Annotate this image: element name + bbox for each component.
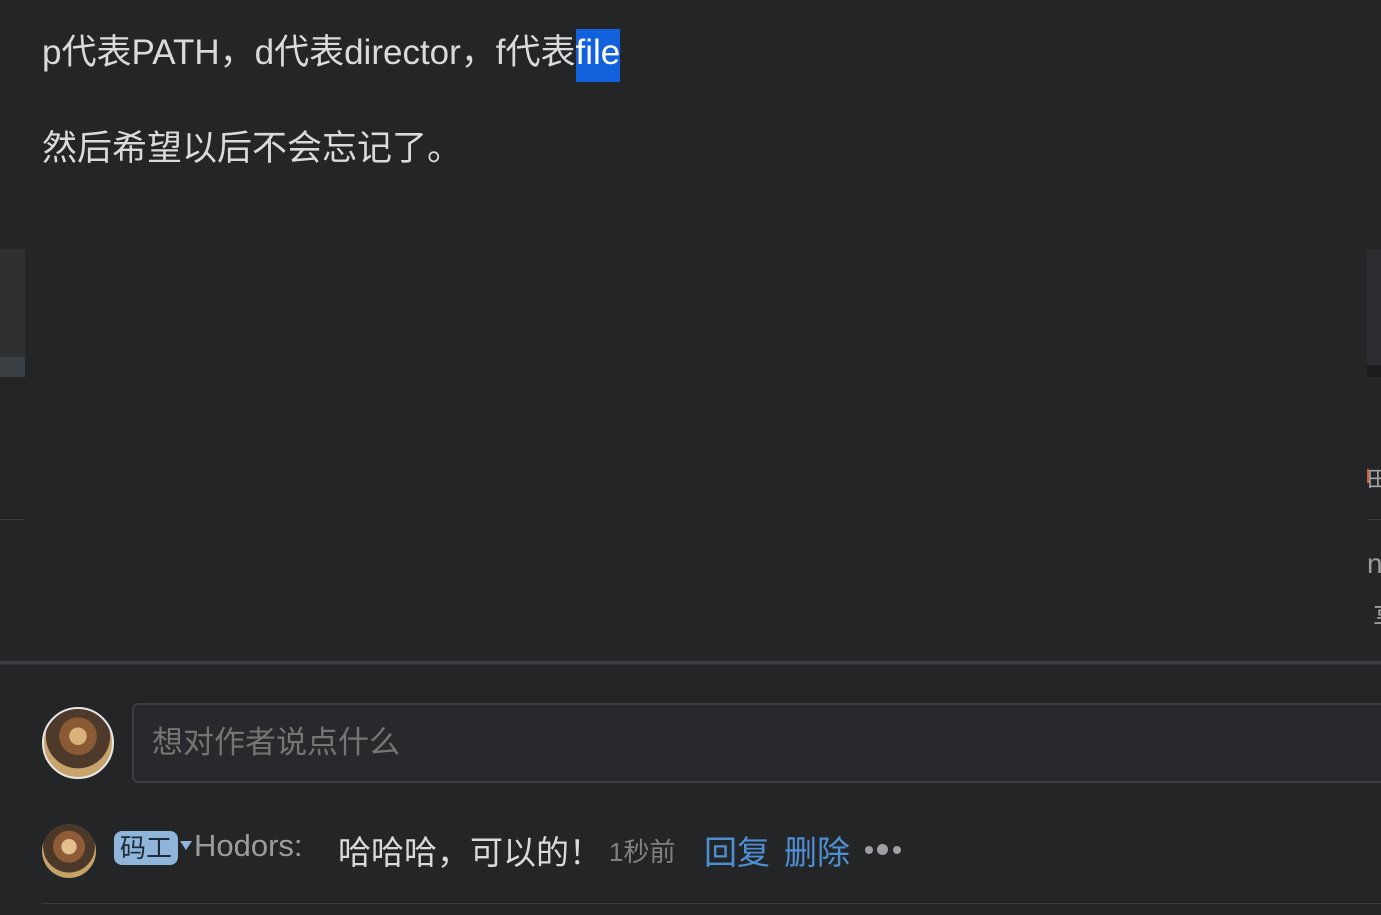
section-divider-shadow (0, 664, 1381, 665)
page: p代表PATH，d代表director，f代表file 然后希望以后不会忘记了。… (0, 0, 1381, 915)
comment-timestamp: 1秒前 (609, 837, 676, 867)
article-paragraph: 然后希望以后不会忘记了。 (42, 129, 463, 168)
paragraph-text: p代表PATH，d代表director，f代表 (42, 33, 576, 72)
user-level-badge: 码工 (114, 831, 179, 865)
article-paragraph: p代表PATH，d代表director，f代表file (42, 29, 621, 82)
separator-left (0, 519, 25, 520)
clipped-text-right: 田 (1367, 462, 1381, 488)
comment-separator (42, 903, 1381, 904)
reply-button[interactable]: 回复 (704, 826, 770, 874)
comment-text: 哈哈哈，可以的！ (338, 834, 602, 871)
adjacent-panel-edge-right (1367, 249, 1381, 377)
adjacent-panel-edge-left (0, 249, 25, 377)
dot (865, 846, 873, 854)
dot (893, 846, 901, 854)
commenter-avatar[interactable] (42, 824, 96, 878)
comment-input[interactable] (132, 703, 1381, 783)
clipped-text-right: 享 (1373, 596, 1381, 632)
clipped-text-right: n (1367, 548, 1381, 579)
current-user-avatar[interactable] (42, 707, 114, 779)
separator-right (1367, 519, 1381, 520)
comment-username[interactable]: Hodors: (194, 828, 303, 864)
dot (877, 844, 888, 855)
delete-button[interactable]: 删除 (784, 826, 850, 874)
badge-tail-icon (180, 841, 192, 850)
selected-text: file (575, 29, 621, 82)
more-dots-icon[interactable] (865, 842, 905, 856)
